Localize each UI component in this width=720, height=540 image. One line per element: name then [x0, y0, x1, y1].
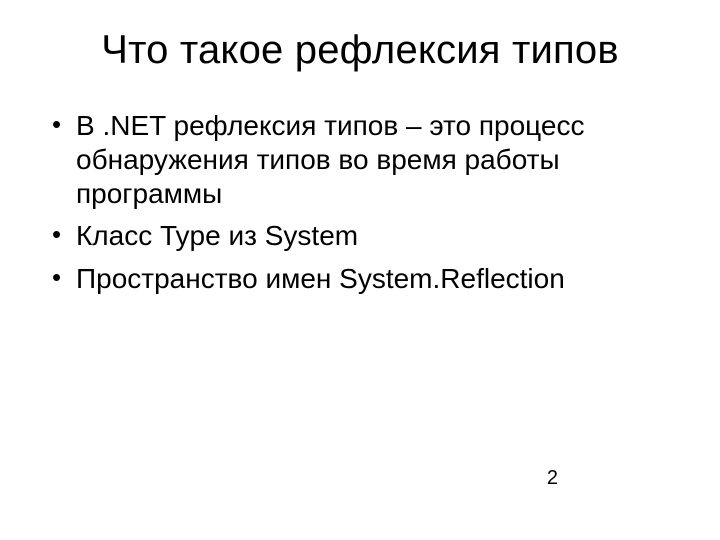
- list-item: В .NET рефлексия типов – это процесс обн…: [48, 109, 672, 211]
- bullet-list: В .NET рефлексия типов – это процесс обн…: [48, 109, 672, 296]
- slide: Что такое рефлексия типов В .NET рефлекс…: [0, 0, 720, 540]
- slide-body: В .NET рефлексия типов – это процесс обн…: [0, 73, 720, 296]
- list-item: Пространство имен System.Reflection: [48, 262, 672, 296]
- list-item: Класс Type из System: [48, 219, 672, 253]
- page-number: 2: [547, 467, 558, 490]
- slide-title: Что такое рефлексия типов: [0, 0, 720, 73]
